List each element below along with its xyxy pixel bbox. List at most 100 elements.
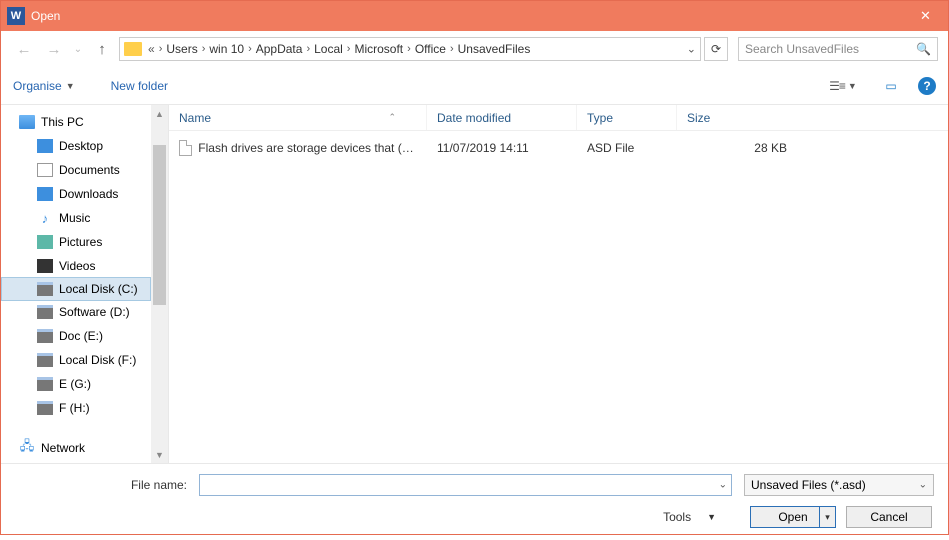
file-date: 11/07/2019 14:11 [427,141,577,155]
chevron-right-icon: › [306,43,310,55]
column-label: Name [179,111,211,125]
tree-label: Local Disk (C:) [59,282,138,296]
file-size: 28 KB [677,141,817,155]
crumb-local[interactable]: Local [314,42,343,56]
tree-this-pc[interactable]: This PC [1,110,168,134]
crumb-office[interactable]: Office [415,42,446,56]
tree-label: Downloads [59,187,118,201]
tree-local-c[interactable]: Local Disk (C:) [1,277,151,301]
tree-videos[interactable]: Videos [1,254,168,278]
crumb-microsoft[interactable]: Microsoft [354,42,403,56]
scroll-thumb[interactable] [153,145,166,305]
breadcrumb-overflow[interactable]: « [148,42,155,56]
tree-e-g[interactable]: E (G:) [1,372,168,396]
tree-label: Music [59,211,90,225]
column-date[interactable]: Date modified [427,105,577,130]
chevron-right-icon: › [450,43,454,55]
sort-indicator-icon: ⌃ [388,112,396,123]
file-type: ASD File [577,141,677,155]
search-box[interactable]: 🔍 [738,37,938,61]
tree-downloads[interactable]: Downloads [1,182,168,206]
pc-icon [19,115,35,129]
tree-doc-e[interactable]: Doc (E:) [1,324,168,348]
file-row[interactable]: Flash drives are storage devices that ((… [169,137,948,159]
new-folder-button[interactable]: New folder [111,79,168,93]
window-title: Open [31,9,60,23]
crumb-unsavedfiles[interactable]: UnsavedFiles [458,42,531,56]
downloads-icon [37,187,53,201]
tree-label: Desktop [59,139,103,153]
scroll-up-icon[interactable]: ▲ [151,105,168,122]
desktop-icon [37,139,53,153]
chevron-right-icon: › [248,43,252,55]
crumb-users[interactable]: Users [166,42,197,56]
tree-label: Network [41,441,85,455]
filename-label: File name: [15,478,193,492]
videos-icon [37,259,53,273]
chevron-right-icon: › [202,43,206,55]
tree-local-f[interactable]: Local Disk (F:) [1,348,168,372]
filename-combobox[interactable]: ⌄ [199,474,732,496]
disk-icon [37,305,53,319]
breadcrumb[interactable]: « › Users › win 10 › AppData › Local › M… [119,37,701,61]
file-icon [179,140,192,156]
disk-icon [37,329,53,343]
breadcrumb-history-dropdown[interactable]: ⌄ [687,43,696,56]
disk-icon [37,377,53,391]
tree-label: F (H:) [59,401,90,415]
bottom-panel: File name: ⌄ Unsaved Files (*.asd) ⌄ Too… [1,463,948,540]
organise-label: Organise [13,79,62,93]
filetype-combobox[interactable]: Unsaved Files (*.asd) ⌄ [744,474,934,496]
up-button[interactable]: ↑ [89,36,115,62]
recent-dropdown[interactable]: ⌄ [71,36,85,62]
column-type[interactable]: Type [577,105,677,130]
close-button[interactable]: ✕ [903,1,948,31]
crumb-win10[interactable]: win 10 [209,42,244,56]
filename-row: File name: ⌄ Unsaved Files (*.asd) ⌄ [15,474,934,496]
tree-label: Local Disk (F:) [59,353,136,367]
column-size[interactable]: Size [677,105,817,130]
column-name[interactable]: Name ⌃ [169,105,427,130]
tree-f-h[interactable]: F (H:) [1,396,168,420]
buttons-row: Tools ▼ Open ▾ Cancel [15,506,934,528]
combobox-drop-icon[interactable]: ⌄ [719,480,727,491]
tree-software-d[interactable]: Software (D:) [1,300,168,324]
network-icon: 🖧 [19,441,35,455]
tree-desktop[interactable]: Desktop [1,134,168,158]
combobox-drop-icon[interactable]: ⌄ [919,480,927,491]
search-input[interactable] [745,42,931,56]
file-name: Flash drives are storage devices that ((… [198,141,417,155]
tree-pictures[interactable]: Pictures [1,230,168,254]
file-list: Name ⌃ Date modified Type Size Flash dri… [169,105,948,463]
preview-icon: ▭ [885,79,896,93]
main-area: This PC Desktop Documents Downloads ♪ Mu… [1,105,948,463]
tree-scrollbar[interactable]: ▲ ▼ [151,105,168,463]
crumb-appdata[interactable]: AppData [256,42,303,56]
back-button[interactable]: ← [11,36,37,62]
search-icon: 🔍 [916,42,931,56]
tree-network[interactable]: 🖧 Network [1,436,168,460]
caret-down-icon: ▼ [707,512,716,522]
tools-label: Tools [663,510,691,524]
tree-label: Pictures [59,235,102,249]
open-split-dropdown[interactable]: ▾ [819,507,835,527]
help-button[interactable]: ? [918,77,936,95]
tree-documents[interactable]: Documents [1,158,168,182]
refresh-button[interactable]: ⟳ [704,37,728,61]
forward-button[interactable]: → [41,36,67,62]
scroll-down-icon[interactable]: ▼ [151,446,168,463]
tools-menu[interactable]: Tools ▼ [663,510,716,524]
tree-label: Documents [59,163,120,177]
preview-pane-button[interactable]: ▭ [878,75,904,97]
disk-icon [37,401,53,415]
tree-music[interactable]: ♪ Music [1,206,168,230]
cancel-button[interactable]: Cancel [846,506,932,528]
chevron-right-icon: › [159,43,163,55]
open-button[interactable]: Open ▾ [750,506,836,528]
music-icon: ♪ [37,211,53,225]
view-options-button[interactable]: ☰≡ ▼ [822,75,864,97]
organise-menu[interactable]: Organise ▼ [13,79,75,93]
disk-icon [37,282,53,296]
disk-icon [37,353,53,367]
file-rows: Flash drives are storage devices that ((… [169,131,948,463]
